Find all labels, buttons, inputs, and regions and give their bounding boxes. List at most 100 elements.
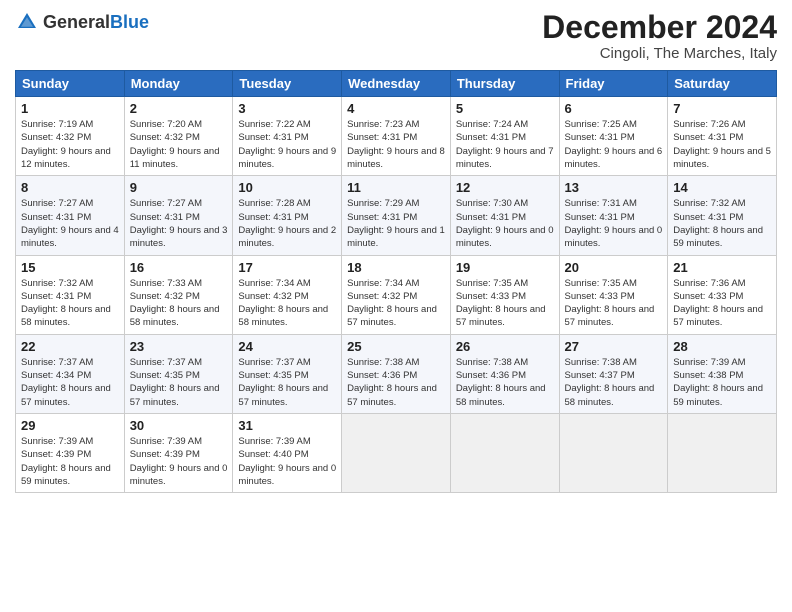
day-info: Sunrise: 7:33 AM (130, 277, 228, 290)
day-info: Sunset: 4:31 PM (130, 211, 228, 224)
table-row: 15Sunrise: 7:32 AMSunset: 4:31 PMDayligh… (16, 255, 125, 334)
day-info: Sunset: 4:31 PM (238, 211, 336, 224)
title-block: December 2024 Cingoli, The Marches, Ital… (542, 10, 777, 62)
day-number: 5 (456, 101, 554, 116)
day-info: Sunrise: 7:34 AM (347, 277, 445, 290)
table-row: 8Sunrise: 7:27 AMSunset: 4:31 PMDaylight… (16, 176, 125, 255)
day-info: Sunset: 4:34 PM (21, 369, 119, 382)
day-info: Sunrise: 7:34 AM (238, 277, 336, 290)
table-row: 10Sunrise: 7:28 AMSunset: 4:31 PMDayligh… (233, 176, 342, 255)
day-number: 12 (456, 180, 554, 195)
month-title: December 2024 (542, 10, 777, 45)
calendar-header-row: Sunday Monday Tuesday Wednesday Thursday… (16, 71, 777, 97)
day-info: Sunset: 4:40 PM (238, 448, 336, 461)
day-info: Sunrise: 7:38 AM (347, 356, 445, 369)
day-number: 24 (238, 339, 336, 354)
day-info: Daylight: 8 hours and 57 minutes. (21, 382, 119, 409)
day-number: 6 (565, 101, 663, 116)
day-number: 22 (21, 339, 119, 354)
day-info: Daylight: 9 hours and 3 minutes. (130, 224, 228, 251)
table-row: 20Sunrise: 7:35 AMSunset: 4:33 PMDayligh… (559, 255, 668, 334)
table-row: 17Sunrise: 7:34 AMSunset: 4:32 PMDayligh… (233, 255, 342, 334)
day-info: Sunset: 4:31 PM (565, 211, 663, 224)
day-info: Daylight: 9 hours and 5 minutes. (673, 145, 771, 172)
day-info: Sunset: 4:31 PM (238, 131, 336, 144)
day-info: Daylight: 9 hours and 0 minutes. (565, 224, 663, 251)
day-info: Sunset: 4:32 PM (130, 131, 228, 144)
col-wednesday: Wednesday (342, 71, 451, 97)
table-row: 30Sunrise: 7:39 AMSunset: 4:39 PMDayligh… (124, 413, 233, 492)
day-info: Daylight: 9 hours and 1 minute. (347, 224, 445, 251)
day-info: Daylight: 8 hours and 58 minutes. (238, 303, 336, 330)
table-row: 3Sunrise: 7:22 AMSunset: 4:31 PMDaylight… (233, 97, 342, 176)
day-info: Daylight: 8 hours and 57 minutes. (456, 303, 554, 330)
day-info: Sunset: 4:31 PM (456, 211, 554, 224)
day-info: Sunset: 4:38 PM (673, 369, 771, 382)
day-number: 14 (673, 180, 771, 195)
table-row: 9Sunrise: 7:27 AMSunset: 4:31 PMDaylight… (124, 176, 233, 255)
col-monday: Monday (124, 71, 233, 97)
day-number: 31 (238, 418, 336, 433)
day-info: Daylight: 8 hours and 57 minutes. (673, 303, 771, 330)
day-info: Daylight: 8 hours and 57 minutes. (238, 382, 336, 409)
day-info: Daylight: 8 hours and 59 minutes. (673, 382, 771, 409)
day-info: Sunrise: 7:30 AM (456, 197, 554, 210)
calendar-week-row: 8Sunrise: 7:27 AMSunset: 4:31 PMDaylight… (16, 176, 777, 255)
table-row: 23Sunrise: 7:37 AMSunset: 4:35 PMDayligh… (124, 334, 233, 413)
day-info: Sunset: 4:31 PM (21, 290, 119, 303)
day-info: Sunrise: 7:35 AM (456, 277, 554, 290)
day-info: Sunset: 4:31 PM (456, 131, 554, 144)
day-info: Sunrise: 7:20 AM (130, 118, 228, 131)
calendar-week-row: 15Sunrise: 7:32 AMSunset: 4:31 PMDayligh… (16, 255, 777, 334)
day-number: 16 (130, 260, 228, 275)
day-number: 11 (347, 180, 445, 195)
table-row (559, 413, 668, 492)
day-info: Sunset: 4:35 PM (130, 369, 228, 382)
day-info: Daylight: 9 hours and 2 minutes. (238, 224, 336, 251)
day-info: Sunset: 4:39 PM (21, 448, 119, 461)
table-row: 31 Sunrise: 7:39 AMSunset: 4:40 PMDayligh… (233, 413, 342, 492)
day-info: Sunset: 4:31 PM (347, 131, 445, 144)
day-info: Daylight: 9 hours and 7 minutes. (456, 145, 554, 172)
day-info: Daylight: 8 hours and 58 minutes. (456, 382, 554, 409)
day-number: 7 (673, 101, 771, 116)
table-row: 25Sunrise: 7:38 AMSunset: 4:36 PMDayligh… (342, 334, 451, 413)
table-row: 14Sunrise: 7:32 AMSunset: 4:31 PMDayligh… (668, 176, 777, 255)
day-info: Sunrise: 7:28 AM (238, 197, 336, 210)
location-title: Cingoli, The Marches, Italy (542, 45, 777, 62)
day-number: 15 (21, 260, 119, 275)
table-row: 2Sunrise: 7:20 AMSunset: 4:32 PMDaylight… (124, 97, 233, 176)
table-row: 22Sunrise: 7:37 AMSunset: 4:34 PMDayligh… (16, 334, 125, 413)
day-info: Daylight: 8 hours and 58 minutes. (130, 303, 228, 330)
day-info: Sunset: 4:32 PM (130, 290, 228, 303)
table-row: 4Sunrise: 7:23 AMSunset: 4:31 PMDaylight… (342, 97, 451, 176)
day-info: Sunrise: 7:39 AM (238, 435, 336, 448)
logo-icon (15, 10, 39, 34)
day-info: Daylight: 9 hours and 9 minutes. (238, 145, 336, 172)
table-row: 1Sunrise: 7:19 AMSunset: 4:32 PMDaylight… (16, 97, 125, 176)
day-info: Sunset: 4:39 PM (130, 448, 228, 461)
day-number: 30 (130, 418, 228, 433)
col-saturday: Saturday (668, 71, 777, 97)
day-info: Sunset: 4:33 PM (673, 290, 771, 303)
day-number: 13 (565, 180, 663, 195)
day-info: Sunset: 4:37 PM (565, 369, 663, 382)
table-row: 24Sunrise: 7:37 AMSunset: 4:35 PMDayligh… (233, 334, 342, 413)
day-info: Daylight: 9 hours and 0 minutes. (238, 462, 336, 489)
day-info: Sunrise: 7:35 AM (565, 277, 663, 290)
col-tuesday: Tuesday (233, 71, 342, 97)
day-info: Sunset: 4:36 PM (456, 369, 554, 382)
logo-general: General (43, 12, 110, 32)
calendar-week-row: 1 Sunrise: 7:19 AM Sunset: 4:32 PM Daylight… (16, 97, 777, 176)
day-number: 1 (21, 101, 119, 116)
day-info: Daylight: 8 hours and 57 minutes. (130, 382, 228, 409)
day-number: 9 (130, 180, 228, 195)
day-info: Sunset: 4:31 PM (673, 131, 771, 144)
table-row (450, 413, 559, 492)
day-info: Sunrise: 7:22 AM (238, 118, 336, 131)
day-info: Sunrise: 7:24 AM (456, 118, 554, 131)
page-container: GeneralBlue December 2024 Cingoli, The M… (0, 0, 792, 612)
day-info: Sunrise: 7:19 AM (21, 118, 119, 131)
table-row: 27Sunrise: 7:38 AMSunset: 4:37 PMDayligh… (559, 334, 668, 413)
table-row: 12Sunrise: 7:30 AMSunset: 4:31 PMDayligh… (450, 176, 559, 255)
